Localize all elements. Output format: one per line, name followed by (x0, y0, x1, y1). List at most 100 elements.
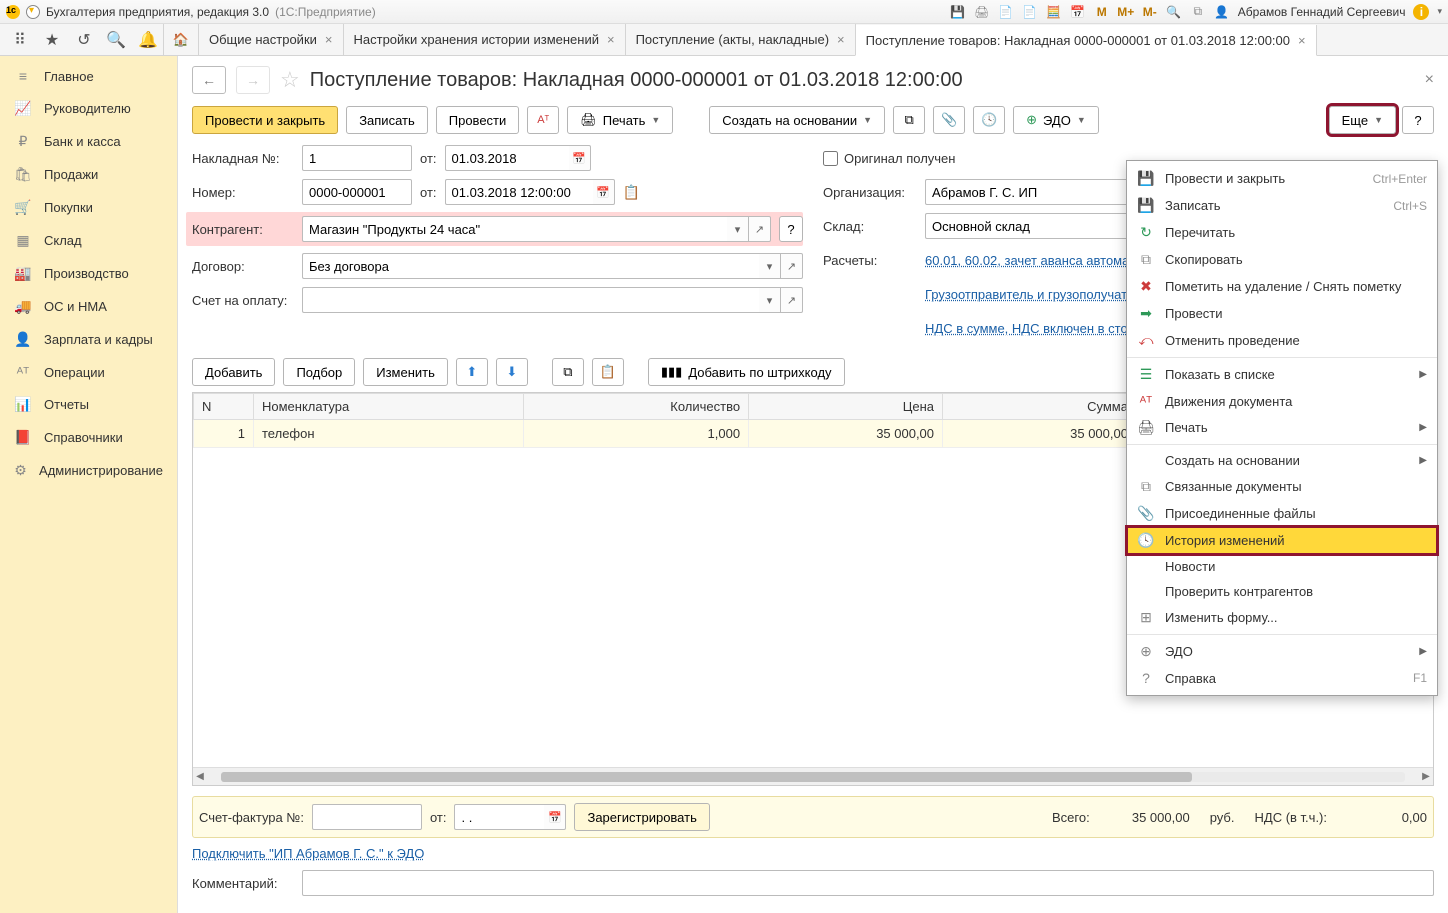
scroll-right-icon[interactable]: ▶ (1419, 771, 1433, 782)
sidebar-item[interactable]: 🚚ОС и НМА (0, 290, 177, 323)
save-icon[interactable]: 💾 (950, 4, 966, 20)
menu-item[interactable]: ⧉Связанные документы (1127, 473, 1437, 500)
register-button[interactable]: Зарегистрировать (574, 803, 709, 831)
calendar-icon[interactable]: 📅 (593, 179, 615, 205)
edo-button[interactable]: ⊕ЭДО▼ (1013, 106, 1099, 134)
invoice-date-input[interactable] (445, 145, 569, 171)
menu-item[interactable]: ᴬᵀДвижения документа (1127, 388, 1437, 414)
tab-home[interactable]: 🏠 (163, 24, 199, 55)
consignor-link[interactable]: Грузоотправитель и грузополучатель (925, 287, 1148, 302)
menu-item[interactable]: 🕓История изменений (1127, 527, 1437, 554)
calendar-icon[interactable]: 📅 (1070, 4, 1086, 20)
notifications-icon[interactable]: 🔔 (132, 24, 164, 55)
menu-item[interactable]: ☰Показать в списке▶ (1127, 361, 1437, 388)
scroll-left-icon[interactable]: ◀ (193, 771, 207, 782)
menu-item[interactable]: Проверить контрагентов (1127, 579, 1437, 604)
sidebar-item[interactable]: ▦Склад (0, 224, 177, 257)
menu-item[interactable]: 🖨Печать▶ (1127, 414, 1437, 441)
dropdown-icon[interactable] (26, 5, 40, 19)
close-icon[interactable]: × (607, 32, 615, 47)
m-icon[interactable]: M (1094, 4, 1110, 20)
comment-input[interactable] (302, 870, 1434, 896)
sidebar-item[interactable]: ≡Главное (0, 60, 177, 92)
select-button[interactable]: Подбор (283, 358, 355, 386)
original-received-checkbox[interactable]: Оригинал получен (823, 151, 955, 166)
tab-settings[interactable]: Общие настройки× (198, 24, 344, 55)
calc-icon[interactable]: 🧮 (1046, 4, 1062, 20)
copy-rows-button[interactable]: ⧉ (552, 358, 584, 386)
nav-forward-button[interactable]: → (236, 66, 270, 94)
print-button[interactable]: 🖨Печать▼ (567, 106, 673, 134)
favorites-icon[interactable]: ★ (36, 24, 68, 55)
print-icon[interactable]: 🖨 (974, 4, 990, 20)
post-and-close-button[interactable]: Провести и закрыть (192, 106, 338, 134)
doc2-icon[interactable]: 📄 (1022, 4, 1038, 20)
info-icon[interactable]: i (1413, 4, 1429, 20)
column-header[interactable]: Количество (524, 394, 749, 420)
windows-icon[interactable]: ⧉ (1190, 4, 1206, 20)
sidebar-item[interactable]: 📈Руководителю (0, 92, 177, 125)
contragent-input[interactable] (302, 216, 727, 242)
column-header[interactable]: N (194, 394, 254, 420)
menu-item[interactable]: Новости (1127, 554, 1437, 579)
nav-back-button[interactable]: ← (192, 66, 226, 94)
doc1-icon[interactable]: 📄 (998, 4, 1014, 20)
menu-item[interactable]: ✖Пометить на удаление / Снять пометку (1127, 273, 1437, 300)
edo-connect-link[interactable]: Подключить "ИП Абрамов Г. С." к ЭДО (192, 846, 424, 861)
write-button[interactable]: Записать (346, 106, 428, 134)
menu-item[interactable]: 📎Присоединенные файлы (1127, 500, 1437, 527)
invoice-pay-input[interactable] (302, 287, 759, 313)
sidebar-item[interactable]: ᴬᵀОперации (0, 356, 177, 388)
favorite-toggle[interactable]: ☆ (280, 67, 300, 93)
sf-date-input[interactable] (454, 804, 544, 830)
paste-rows-button[interactable]: 📋 (592, 358, 624, 386)
add-row-button[interactable]: Добавить (192, 358, 275, 386)
number-input[interactable] (302, 179, 412, 205)
sidebar-item[interactable]: ₽Банк и касса (0, 125, 177, 158)
dtk-button[interactable]: Аᵀ (527, 106, 559, 134)
menu-item[interactable]: 💾Провести и закрытьCtrl+Enter (1127, 165, 1437, 192)
menu-item[interactable]: ↻Перечитать (1127, 219, 1437, 246)
history-icon[interactable]: ↺ (68, 24, 100, 55)
contragent-help-button[interactable]: ? (779, 216, 803, 242)
create-based-button[interactable]: Создать на основании▼ (709, 106, 885, 134)
caret-icon[interactable]: ▾ (759, 253, 781, 279)
menu-item[interactable]: ?СправкаF1 (1127, 665, 1437, 691)
tab-history-settings[interactable]: Настройки хранения истории изменений× (343, 24, 626, 55)
zoom-icon[interactable]: 🔍 (1166, 4, 1182, 20)
close-icon[interactable]: × (837, 32, 845, 47)
open-icon[interactable]: ↗ (781, 287, 803, 313)
sidebar-item[interactable]: 📊Отчеты (0, 388, 177, 421)
user-name[interactable]: Абрамов Геннадий Сергеевич (1238, 5, 1406, 19)
caret-icon[interactable]: ▾ (727, 216, 749, 242)
sidebar-item[interactable]: ⚙Администрирование (0, 454, 177, 487)
menu-item[interactable]: 💾ЗаписатьCtrl+S (1127, 192, 1437, 219)
sidebar-item[interactable]: 🏭Производство (0, 257, 177, 290)
tab-receipt-doc[interactable]: Поступление товаров: Накладная 0000-0000… (855, 25, 1317, 56)
menu-item[interactable]: ⧉Скопировать (1127, 246, 1437, 273)
contract-input[interactable] (302, 253, 759, 279)
invoice-no-input[interactable] (302, 145, 412, 171)
apps-icon[interactable]: ⠿ (4, 24, 36, 55)
menu-item[interactable]: ⊞Изменить форму... (1127, 604, 1437, 631)
menu-item[interactable]: Создать на основании▶ (1127, 448, 1437, 473)
caret-icon[interactable]: ▾ (759, 287, 781, 313)
related-docs-button[interactable]: ⧉ (893, 106, 925, 134)
calendar-icon[interactable]: 📅 (544, 804, 566, 830)
sidebar-item[interactable]: 📕Справочники (0, 421, 177, 454)
move-up-button[interactable]: ⬆ (456, 358, 488, 386)
menu-item[interactable]: ➡Провести (1127, 300, 1437, 327)
column-header[interactable]: Сумма (943, 394, 1137, 420)
open-icon[interactable]: ↗ (749, 216, 771, 242)
horizontal-scrollbar[interactable]: ◀ ▶ (193, 767, 1433, 785)
post-button[interactable]: Провести (436, 106, 520, 134)
close-icon[interactable]: × (325, 32, 333, 47)
menu-item[interactable]: ⊕ЭДО▶ (1127, 638, 1437, 665)
number-date-input[interactable] (445, 179, 593, 205)
close-icon[interactable]: × (1298, 33, 1306, 48)
m-minus-icon[interactable]: M- (1142, 4, 1158, 20)
calendar-icon[interactable]: 📅 (569, 145, 591, 171)
search-icon[interactable]: 🔍 (100, 24, 132, 55)
page-close-button[interactable]: × (1425, 71, 1434, 89)
sidebar-item[interactable]: 🛒Покупки (0, 191, 177, 224)
